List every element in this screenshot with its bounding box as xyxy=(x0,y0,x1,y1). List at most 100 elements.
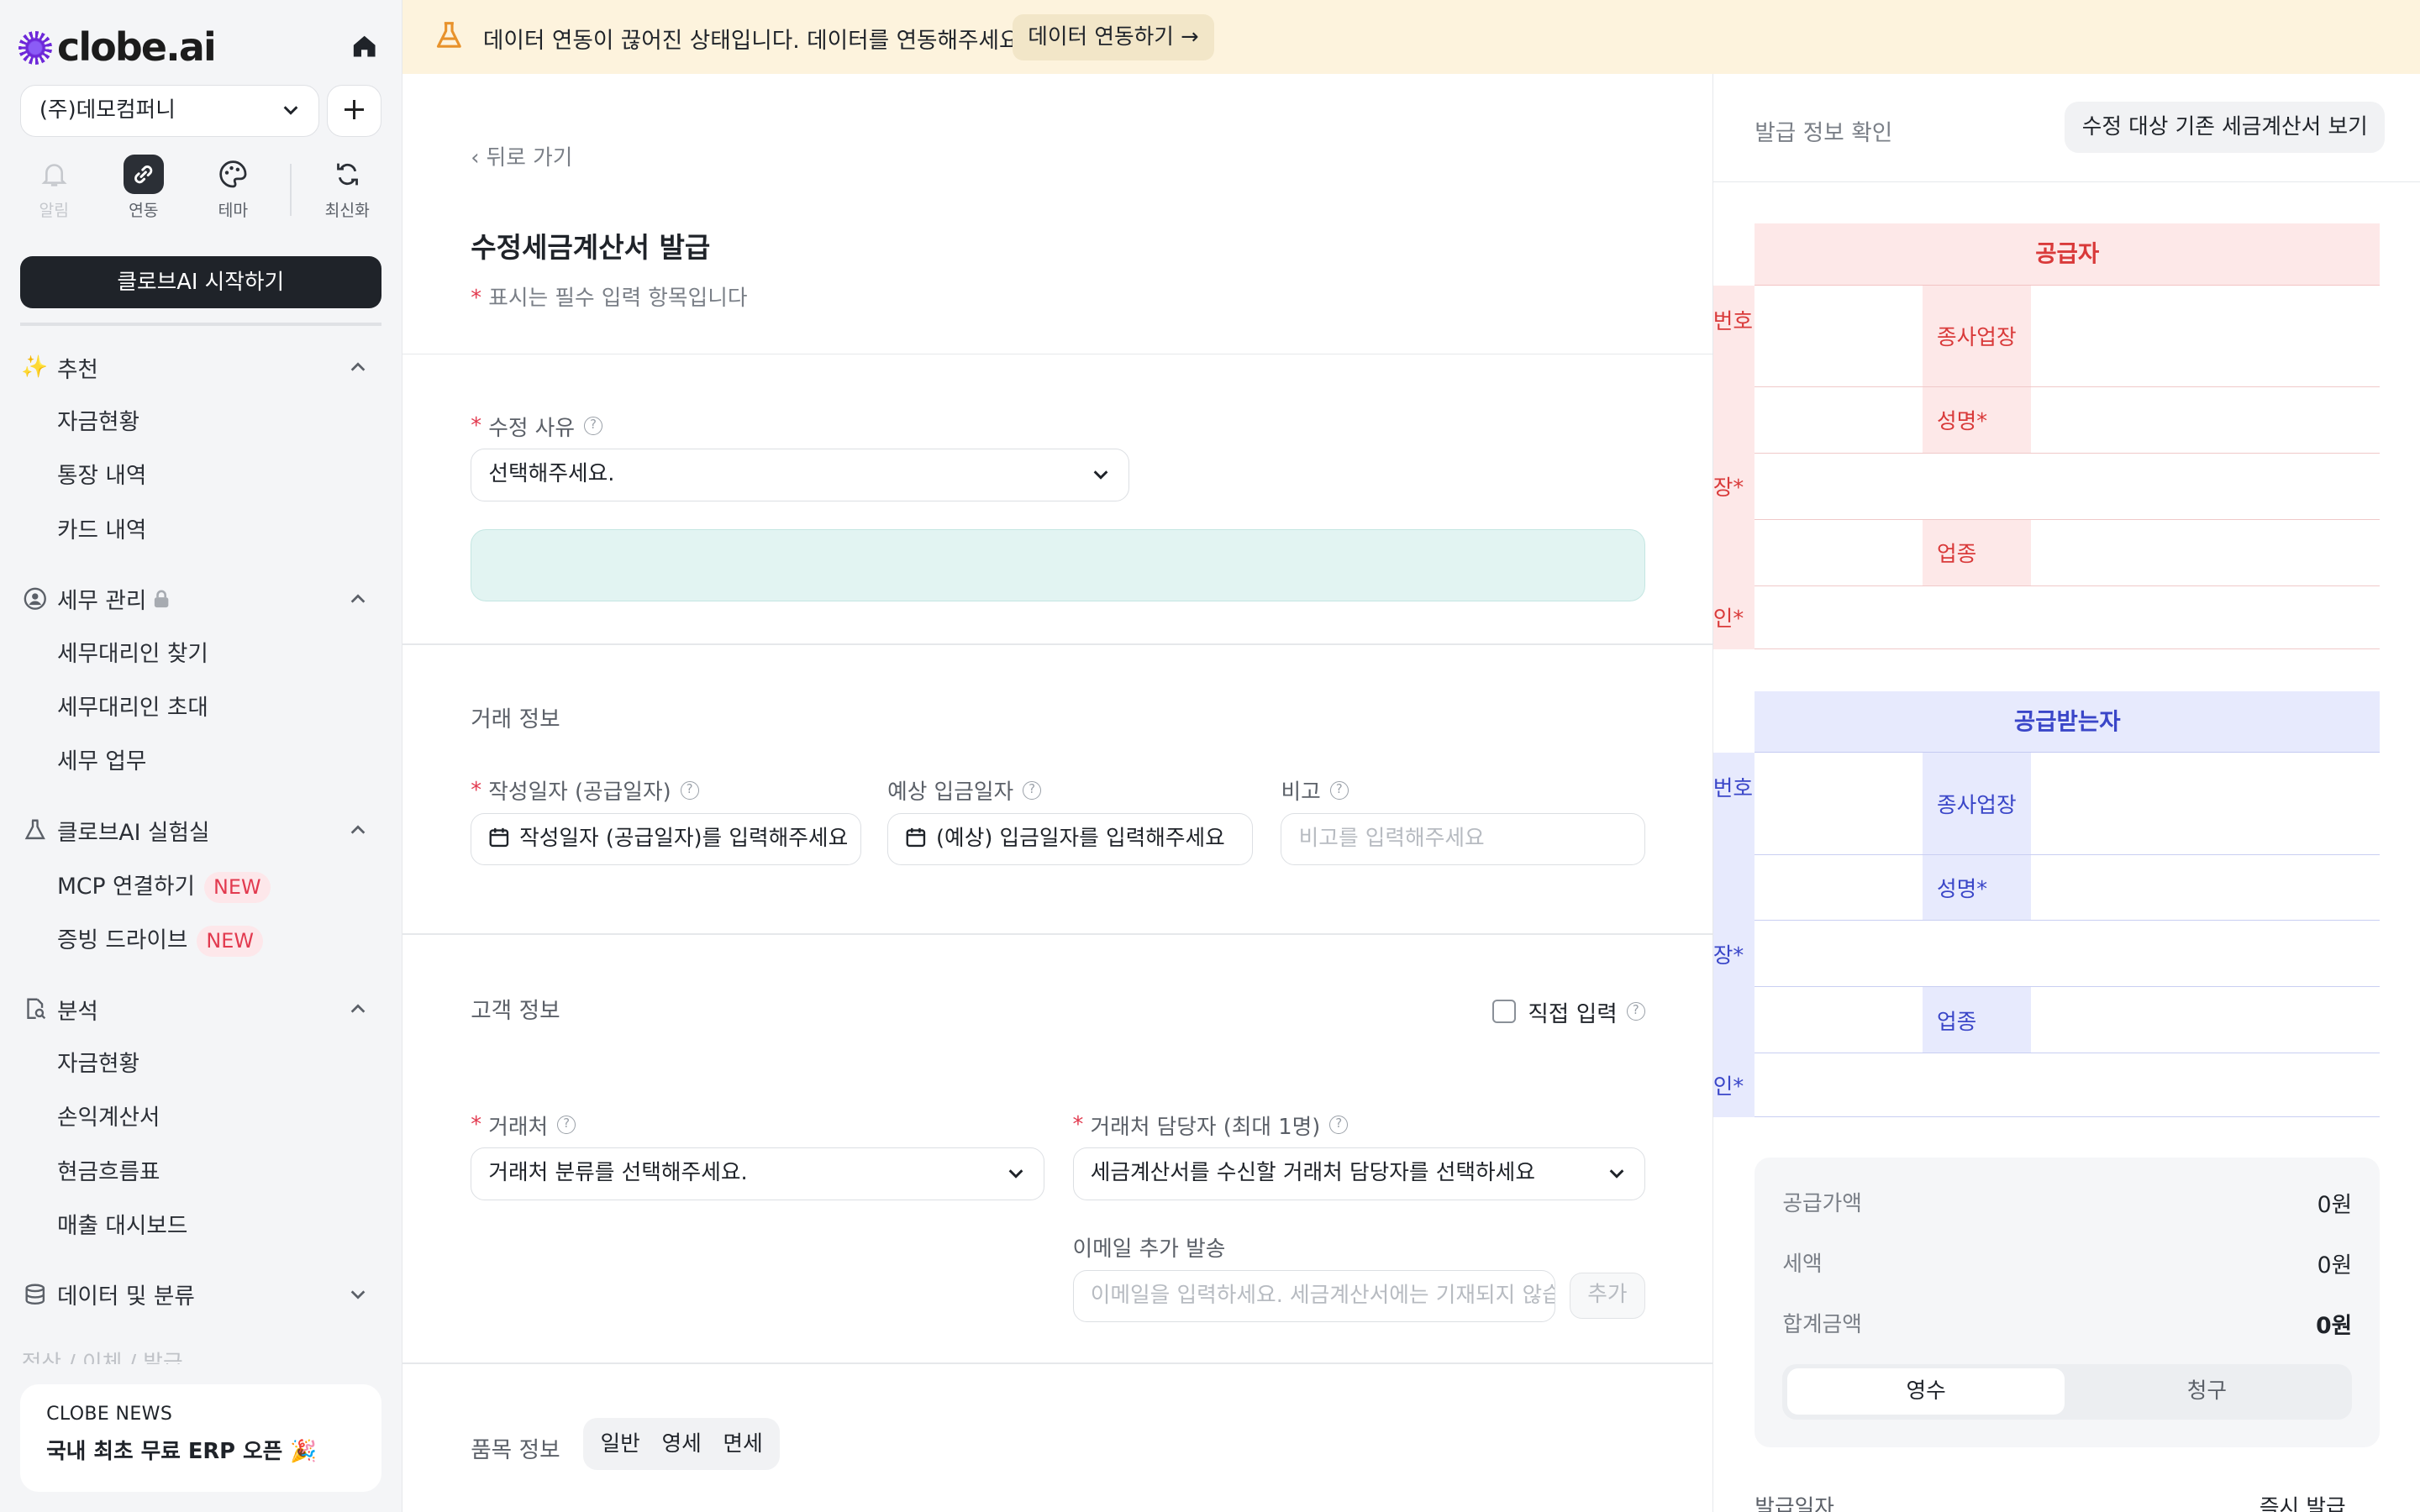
partner-select[interactable]: 거래처 분류를 선택해주세요. xyxy=(471,1147,1045,1200)
sidebar-item-label: 증빙 드라이브 xyxy=(56,927,188,954)
back-link[interactable]: ‹ 뒤로 가기 xyxy=(471,140,572,171)
receipt-option[interactable]: 영수 xyxy=(1786,1368,2065,1415)
add-company-button[interactable]: + xyxy=(327,85,381,138)
connect-data-button[interactable]: 데이터 연동하기 → xyxy=(1012,13,1214,60)
quick-alarm-label: 알림 xyxy=(39,201,69,221)
sidebar-item-bank-history[interactable]: 통장 내역 xyxy=(57,459,146,493)
quick-theme[interactable]: 테마 xyxy=(194,155,271,221)
preview-title: 발급 정보 확인 xyxy=(1754,119,1893,146)
tax-amount-value: 0원 xyxy=(2317,1252,2353,1279)
user-shield-icon xyxy=(22,585,48,612)
deal-section-title: 거래 정보 xyxy=(471,706,560,732)
item-type-general[interactable]: 일반 xyxy=(590,1418,651,1470)
expect-date-input[interactable]: (예상) 입금일자를 입력해주세요 xyxy=(887,812,1254,866)
sidebar-item-mcp[interactable]: MCP 연결하기 NEW xyxy=(57,870,271,904)
start-clobe-ai-button[interactable]: 클로브AI 시작하기 xyxy=(19,255,381,309)
chevron-down-icon xyxy=(1609,1169,1624,1179)
receiver-row: 성명* xyxy=(1754,854,2381,921)
chevron-up-icon xyxy=(350,825,366,834)
divider xyxy=(402,1362,1713,1364)
claim-option[interactable]: 청구 xyxy=(2066,1368,2347,1415)
memo-input[interactable]: 비고를 입력해주세요 xyxy=(1281,812,1645,866)
instant-issue-checkbox[interactable]: 즉시 발급 xyxy=(2260,1490,2346,1512)
sidebar-item-label: MCP 연결하기 xyxy=(56,873,196,900)
issue-date-label: 발급일자 xyxy=(1754,1495,1834,1512)
checkbox[interactable] xyxy=(1492,1000,1516,1023)
write-date-input[interactable]: 작성일자 (공급일자)를 입력해주세요 xyxy=(471,812,861,866)
receiver-label-column xyxy=(1712,753,1755,1117)
receiver-row: 업종 xyxy=(1754,987,2381,1054)
nav-section-recommend[interactable]: ✨ 추천 xyxy=(21,350,374,384)
chevron-up-icon xyxy=(350,362,366,371)
chevron-up-icon xyxy=(350,1004,366,1013)
item-type-zero-rate[interactable]: 영세 xyxy=(651,1418,713,1470)
palette-icon xyxy=(213,155,253,195)
view-original-invoice-button[interactable]: 수정 대상 기존 세금계산서 보기 xyxy=(2065,102,2385,153)
clobe-news-card[interactable]: CLOBE NEWS 국내 최초 무료 ERP 오픈 🎉 xyxy=(19,1383,381,1493)
tax-amount-label: 세액 xyxy=(1782,1252,1823,1278)
reason-select[interactable]: 선택해주세요. xyxy=(471,449,1130,501)
help-icon[interactable]: ? xyxy=(1023,780,1042,800)
chevron-down-icon xyxy=(1009,1169,1023,1179)
home-icon[interactable] xyxy=(352,34,376,58)
item-type-exempt[interactable]: 면세 xyxy=(713,1418,774,1470)
help-icon[interactable]: ? xyxy=(557,1116,576,1135)
doc-search-icon xyxy=(22,996,48,1022)
help-icon[interactable]: ? xyxy=(680,780,699,800)
help-icon[interactable]: ? xyxy=(584,417,603,436)
sidebar-item-cash-flow[interactable]: 현금흐름표 xyxy=(57,1156,160,1189)
manager-value: 세금계산서를 수신할 거래처 담당자를 선택하세요 xyxy=(1090,1160,1535,1186)
supplier-row xyxy=(1754,454,2381,520)
nav-section-data[interactable]: 데이터 및 분류 xyxy=(22,1278,374,1311)
nav-section-faded[interactable]: 정산 / 이체 / 발급 xyxy=(22,1346,374,1364)
customer-section-title: 고객 정보 xyxy=(471,997,560,1024)
sidebar-item-card-history[interactable]: 카드 내역 xyxy=(57,514,146,548)
partner-value: 거래처 분류를 선택해주세요. xyxy=(488,1160,748,1186)
memo-label-text: 비고 xyxy=(1281,780,1321,806)
supplier-table: 공급자 번호 장* 인* 종사업장 성명* 업종 xyxy=(1712,223,2381,650)
nav-section-analysis[interactable]: 분석 xyxy=(22,992,374,1026)
divider xyxy=(19,322,381,326)
sidebar-item-invite-agent[interactable]: 세무대리인 초대 xyxy=(57,691,208,725)
expect-date-label: 예상 입금일자? xyxy=(887,774,1042,806)
sidebar-item-find-agent[interactable]: 세무대리인 찾기 xyxy=(57,638,208,671)
supplier-row: 업종 xyxy=(1754,519,2381,586)
help-icon[interactable]: ? xyxy=(1329,780,1349,800)
sidebar-item-fund-status[interactable]: 자금현황 xyxy=(57,406,139,439)
amount-summary: 공급가액 0원 세액 0원 합계금액 0원 영수 청구 xyxy=(1754,1157,2381,1447)
expect-date-label-text: 예상 입금일자 xyxy=(887,780,1014,806)
sidebar-item-evidence-drive[interactable]: 증빙 드라이브 NEW xyxy=(57,924,263,958)
add-email-button[interactable]: 추가 xyxy=(1569,1273,1645,1320)
quick-alarm[interactable]: 알림 xyxy=(15,155,92,221)
nav-section-lab[interactable]: 클로브AI 실험실 xyxy=(22,813,374,847)
supplier-cell: 종사업장 xyxy=(1923,285,2032,386)
sidebar-item-analysis-fund[interactable]: 자금현황 xyxy=(57,1047,139,1081)
sidebar-item-tax-work[interactable]: 세무 업무 xyxy=(57,745,146,779)
manager-select[interactable]: 세금계산서를 수신할 거래처 담당자를 선택하세요 xyxy=(1072,1147,1645,1200)
supplier-header: 공급자 xyxy=(1754,223,2381,286)
receiver-table: 공급받는자 번호 장* 인* 종사업장 성명* 업종 xyxy=(1712,690,2381,1117)
receiver-cell: 종사업장 xyxy=(1923,753,2032,854)
receipt-claim-toggle: 영수 청구 xyxy=(1782,1363,2353,1420)
expect-date-value: (예상) 입금일자를 입력해주세요 xyxy=(936,825,1225,851)
quick-refresh[interactable]: 최신화 xyxy=(308,155,386,221)
sidebar-item-income-statement[interactable]: 손익계산서 xyxy=(57,1101,160,1135)
direct-input-checkbox[interactable]: 직접 입력? xyxy=(1492,995,1645,1028)
supplier-row: 종사업장 xyxy=(1754,285,2381,387)
quick-link[interactable]: 연동 xyxy=(105,154,182,221)
email-input[interactable]: 이메일을 입력하세요. 세금계산서에는 기재되지 않습니다 xyxy=(1072,1269,1556,1323)
nav-section-tax[interactable]: 세무 관리 xyxy=(22,581,374,615)
sidebar-item-sales-dashboard[interactable]: 매출 대시보드 xyxy=(57,1210,187,1243)
refresh-icon xyxy=(327,155,367,195)
partner-label-text: 거래처 xyxy=(488,1114,549,1140)
company-select[interactable]: (주)데모컴퍼니 xyxy=(19,85,320,138)
manager-label: * 거래처 담당자 (최대 1명)? xyxy=(1073,1110,1349,1141)
help-icon[interactable]: ? xyxy=(1626,1002,1645,1021)
sidebar: clobe.ai (주)데모컴퍼니 + 알림 연동 테마 최신화 클로브AI 시… xyxy=(0,0,403,1512)
reason-info-box xyxy=(471,528,1645,602)
help-icon[interactable]: ? xyxy=(1329,1116,1349,1135)
logo[interactable]: clobe.ai xyxy=(18,22,382,71)
receiver-cell: 업종 xyxy=(1923,987,2032,1053)
supplier-cut-label: 인* xyxy=(1712,606,1744,633)
required-note: * 표시는 필수 입력 항목입니다 xyxy=(471,286,748,312)
